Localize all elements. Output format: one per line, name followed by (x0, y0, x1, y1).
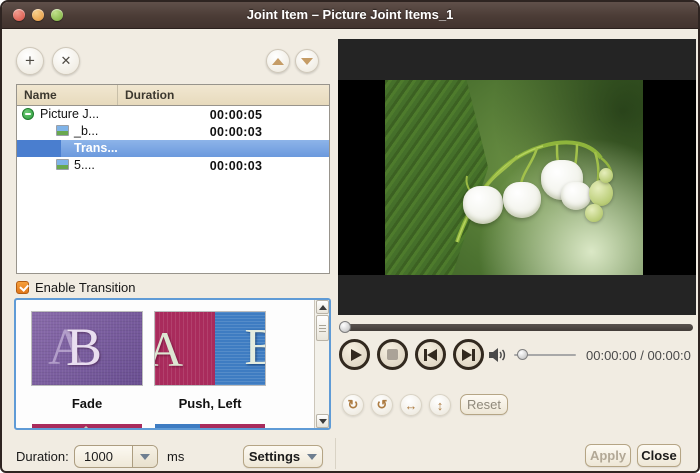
scrollbar-thumb[interactable] (316, 315, 329, 341)
next-icon (472, 349, 475, 361)
column-header-duration: Duration (118, 85, 329, 105)
transition-list: A B A B Fade Push, Left (14, 298, 331, 430)
letter-b: B (66, 316, 102, 378)
row-duration: 00:00:03 (129, 159, 330, 173)
scroll-up-button[interactable] (316, 300, 329, 314)
chevron-down-icon (140, 454, 150, 460)
arrow-down-icon (319, 419, 327, 424)
table-row-image-5[interactable]: 5.... 00:00:03 (17, 157, 329, 174)
next-button[interactable] (453, 339, 484, 370)
row-duration: 00:00:03 (129, 125, 330, 139)
scroll-down-button[interactable] (316, 414, 329, 428)
title-bar: Joint Item – Picture Joint Items_1 (2, 2, 698, 29)
preview-bottom-band (338, 275, 696, 315)
flip-vertical-icon: ↕ (437, 398, 444, 413)
bell-flower (503, 182, 541, 218)
rotate-counterclockwise-button[interactable]: ↺ (371, 394, 393, 416)
enable-transition-checkbox[interactable] (16, 281, 29, 294)
joint-item-dialog: Joint Item – Picture Joint Items_1 + ✕ N… (0, 0, 700, 473)
footer-divider (335, 438, 336, 469)
delete-item-button[interactable]: ✕ (52, 47, 80, 75)
row-name: _b... (74, 124, 98, 138)
arrow-up-icon (319, 305, 327, 310)
enable-transition-label: Enable Transition (35, 280, 135, 295)
row-duration: 00:00:05 (129, 108, 330, 122)
move-up-button[interactable] (266, 49, 290, 73)
apply-button-label: Apply (590, 448, 626, 463)
transition-scrollbar[interactable] (314, 300, 329, 428)
rotate-cw-icon: ↻ (348, 397, 359, 413)
flower-bud (589, 180, 613, 206)
previous-icon-triangle (427, 349, 437, 361)
transition-item-fade[interactable]: A B (32, 312, 142, 385)
arrow-up-icon (272, 58, 284, 65)
close-button[interactable]: Close (637, 444, 681, 467)
duration-combobox[interactable]: 1000 (74, 445, 158, 468)
play-button[interactable] (339, 339, 370, 370)
stop-icon (387, 349, 398, 360)
image-thumbnail-icon (56, 125, 69, 136)
column-header-name: Name (17, 85, 118, 105)
letter-a: A (155, 320, 183, 378)
rotate-clockwise-button[interactable]: ↻ (342, 394, 364, 416)
next-icon-triangle (462, 349, 472, 361)
move-down-button[interactable] (295, 49, 319, 73)
item-table-header: Name Duration (17, 85, 329, 106)
table-row-picture-joint[interactable]: Picture J... 00:00:05 (17, 106, 329, 123)
duration-unit-label: ms (167, 449, 184, 464)
next-row-thumb-partial[interactable] (155, 424, 265, 430)
seek-slider-track[interactable] (339, 324, 693, 331)
arrow-down-icon (301, 58, 313, 65)
stop-button[interactable] (377, 339, 408, 370)
selection-block (17, 140, 61, 157)
settings-button-label: Settings (249, 449, 300, 464)
close-icon: ✕ (61, 53, 72, 69)
transition-item-push-left[interactable]: A B (155, 312, 265, 385)
flip-vertical-button[interactable]: ↕ (429, 394, 451, 416)
lily-photo (385, 80, 643, 275)
enable-transition-row: Enable Transition (16, 280, 135, 295)
row-name: 5.... (74, 158, 95, 172)
plus-icon: + (25, 51, 35, 71)
speaker-icon[interactable] (489, 347, 507, 363)
duration-label: Duration: (16, 449, 69, 464)
reset-button-label: Reset (467, 397, 501, 412)
previous-button[interactable] (415, 339, 446, 370)
preview-top-band (338, 39, 696, 80)
seek-slider-thumb[interactable] (339, 321, 351, 333)
table-row-transition-selected[interactable]: Trans... (17, 140, 329, 157)
next-row-thumb-partial[interactable] (32, 424, 142, 430)
flip-horizontal-button[interactable]: ↔ (400, 394, 422, 416)
close-button-label: Close (641, 448, 676, 463)
video-preview (338, 39, 696, 315)
flower-bud (599, 168, 613, 183)
row-name: Picture J... (40, 107, 99, 121)
reset-button[interactable]: Reset (460, 394, 508, 415)
letter-top-partial (70, 426, 102, 430)
transition-name-fade: Fade (32, 396, 142, 411)
volume-slider-thumb[interactable] (517, 349, 528, 360)
rotate-ccw-icon: ↺ (377, 397, 388, 413)
apply-button[interactable]: Apply (585, 444, 631, 467)
row-name: Trans... (74, 141, 118, 155)
transition-name-push-left: Push, Left (155, 396, 265, 411)
combo-arrow-section[interactable] (132, 446, 157, 467)
bell-flower (463, 186, 503, 224)
image-thumbnail-icon (56, 159, 69, 170)
flower-bud (585, 204, 603, 222)
duration-value: 1000 (75, 449, 132, 464)
chevron-down-icon (307, 454, 317, 460)
play-icon (351, 349, 362, 361)
window-title: Joint Item – Picture Joint Items_1 (2, 7, 698, 22)
time-display: 00:00:00 / 00:00:0 (586, 348, 696, 363)
table-row-image-b[interactable]: _b... 00:00:03 (17, 123, 329, 140)
flip-horizontal-icon: ↔ (405, 398, 418, 413)
add-item-button[interactable]: + (16, 47, 44, 75)
collapse-minus-icon[interactable] (22, 108, 34, 120)
settings-button[interactable]: Settings (243, 445, 323, 468)
partial-blue-half (155, 424, 200, 430)
item-table: Name Duration Picture J... 00:00:05 _b..… (16, 84, 330, 274)
letter-b-partial: B (244, 318, 265, 377)
